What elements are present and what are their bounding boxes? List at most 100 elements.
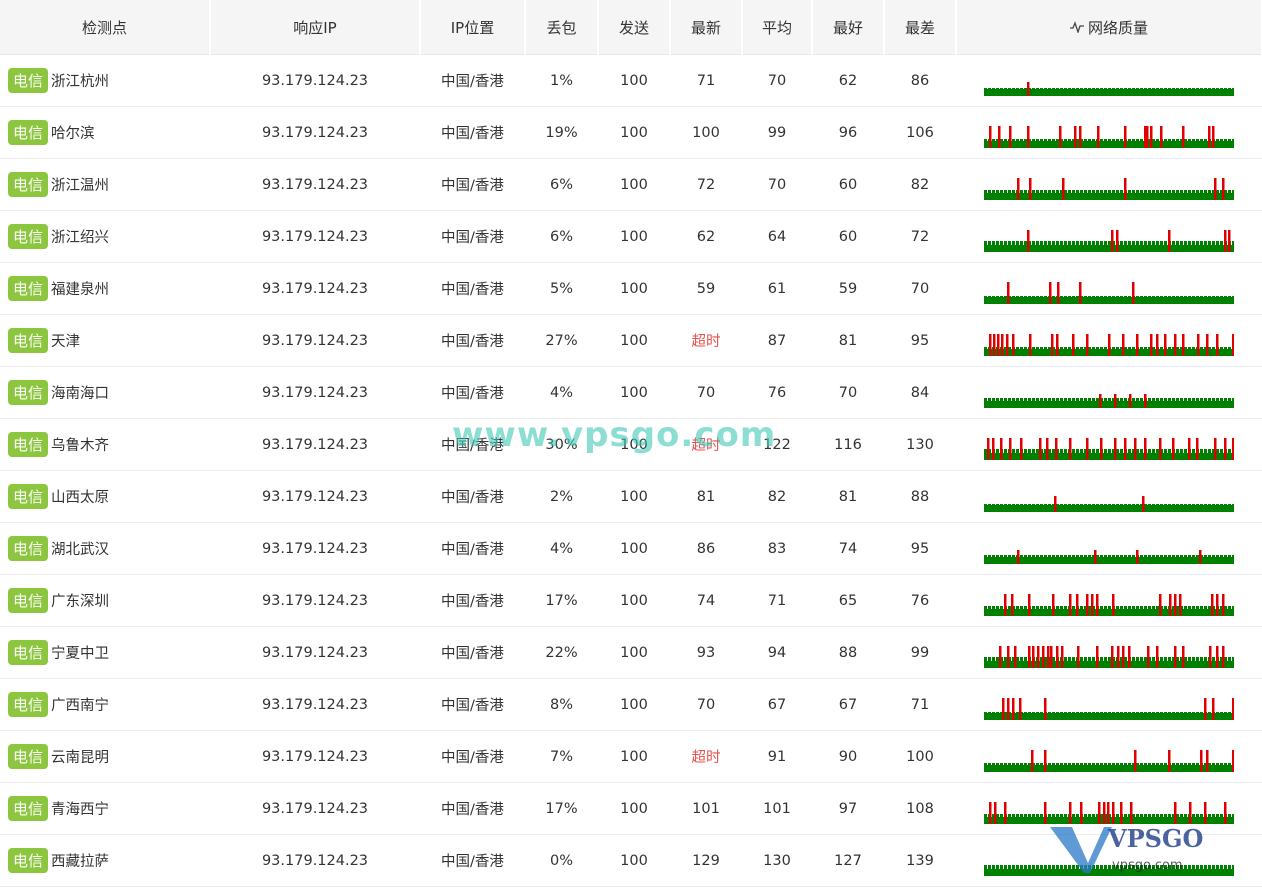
loss-spike <box>1006 333 1009 356</box>
ip-cell: 93.179.124.23 <box>210 730 420 783</box>
header-avg[interactable]: 平均 <box>742 0 813 55</box>
latency-bar <box>1156 189 1159 193</box>
loss-spike <box>1114 393 1117 408</box>
table-row[interactable]: 电信 广西南宁 93.179.124.23 中国/香港 8% 100 70 67 67 71 <box>0 678 1262 731</box>
latency-bar <box>1148 448 1151 453</box>
latency-bar <box>1156 554 1159 557</box>
table-row[interactable]: 电信 湖北武汉 93.179.124.23 中国/香港 4% 100 86 83 74 95 <box>0 522 1262 575</box>
loss-spike <box>1196 437 1199 460</box>
quality-cell <box>956 522 1262 575</box>
latency-bar <box>1184 503 1187 505</box>
city-name: 天津 <box>51 334 81 350</box>
header-node[interactable]: 检测点 <box>0 0 211 55</box>
latency-bar <box>1120 295 1123 297</box>
loss-spike <box>1044 697 1047 720</box>
latency-bar <box>1156 605 1159 609</box>
latency-bar <box>988 605 991 609</box>
best-cell: 60 <box>812 210 884 263</box>
best-cell: 70 <box>812 366 884 419</box>
latency-bar <box>1184 240 1187 245</box>
loss-spike <box>992 437 995 460</box>
table-row[interactable]: 电信 浙江绍兴 93.179.124.23 中国/香港 6% 100 62 64 60 72 <box>0 210 1262 263</box>
latency-bar <box>1212 503 1215 505</box>
latency-bar <box>1156 711 1159 713</box>
loss-spike <box>1112 593 1115 616</box>
pulse-icon <box>1069 19 1084 37</box>
latency-bar <box>1216 864 1219 869</box>
loss-spike <box>1029 177 1032 200</box>
latency-bar <box>1080 605 1083 609</box>
last-cell: 62 <box>670 210 742 263</box>
latency-bar <box>1036 295 1039 297</box>
table-row[interactable]: 电信 浙江杭州 93.179.124.23 中国/香港 1% 100 71 70 62 86 <box>0 54 1262 107</box>
table-row[interactable]: 电信 山西太原 93.179.124.23 中国/香港 2% 100 81 82 81 88 <box>0 470 1262 523</box>
latency-bar <box>1228 813 1231 817</box>
header-loss[interactable]: 丢包 <box>525 0 599 55</box>
latency-bar <box>1060 554 1063 557</box>
sent-cell: 100 <box>598 158 670 211</box>
table-row[interactable]: 电信 乌鲁木齐 93.179.124.23 中国/香港 30% 100 超时 122 116 13… <box>0 418 1262 471</box>
isp-badge: 电信 <box>8 744 49 769</box>
latency-bar <box>1040 554 1043 557</box>
loss-spike <box>1212 125 1215 148</box>
table-row[interactable]: 电信 宁夏中卫 93.179.124.23 中国/香港 22% 100 93 94 88 99 <box>0 626 1262 679</box>
table-row[interactable]: 电信 天津 93.179.124.23 中国/香港 27% 100 超时 87 81 95 <box>0 314 1262 367</box>
header-quality[interactable]: 网络质量 <box>956 0 1262 55</box>
table-row[interactable]: 电信 哈尔滨 93.179.124.23 中国/香港 19% 100 100 99 96 106 <box>0 106 1262 159</box>
latency-bar <box>1204 448 1207 453</box>
ip-cell: 93.179.124.23 <box>210 262 420 315</box>
header-best[interactable]: 最好 <box>812 0 885 55</box>
latency-bar <box>1036 87 1039 89</box>
table-row[interactable]: 电信 广东深圳 93.179.124.23 中国/香港 17% 100 74 71 65 76 <box>0 574 1262 627</box>
latency-bar <box>1124 503 1127 505</box>
latency-bar <box>1168 864 1171 869</box>
ip-cell: 93.179.124.23 <box>210 626 420 679</box>
latency-bar <box>1196 87 1199 89</box>
latency-bar <box>1020 138 1023 141</box>
latency-bar <box>1016 87 1019 89</box>
latency-bar <box>1132 864 1135 869</box>
location-cell: 中国/香港 <box>420 626 525 679</box>
latency-bar <box>1008 813 1011 817</box>
table-row[interactable]: 电信 青海西宁 93.179.124.23 中国/香港 17% 100 101 101 97 10… <box>0 782 1262 835</box>
table-row[interactable]: 电信 西藏拉萨 93.179.124.23 中国/香港 0% 100 129 130 127 13… <box>0 834 1262 887</box>
loss-spike <box>1124 437 1127 460</box>
header-sent[interactable]: 发送 <box>598 0 671 55</box>
latency-bar <box>1200 711 1203 713</box>
header-ip[interactable]: 响应IP <box>210 0 421 55</box>
latency-bar <box>1152 711 1155 713</box>
header-worst[interactable]: 最差 <box>884 0 957 55</box>
latency-bar <box>1084 554 1087 557</box>
latency-bar <box>1204 295 1207 297</box>
best-cell: 116 <box>812 418 884 471</box>
latency-bar <box>1052 711 1055 713</box>
latency-bar <box>1164 762 1167 765</box>
avg-cell: 99 <box>742 106 812 159</box>
latency-bar <box>1088 554 1091 557</box>
latency-bar <box>1136 189 1139 193</box>
latency-bar <box>1180 397 1183 401</box>
latency-bar <box>1200 295 1203 297</box>
latency-bar <box>1140 813 1143 817</box>
latency-bar <box>1136 503 1139 505</box>
latency-bar <box>1108 864 1111 869</box>
latency-bar <box>1232 503 1234 505</box>
loss-spike <box>1012 697 1015 720</box>
latency-bar <box>1224 711 1227 713</box>
table-row[interactable]: 电信 云南昆明 93.179.124.23 中国/香港 7% 100 超时 91 90 100 <box>0 730 1262 783</box>
header-last[interactable]: 最新 <box>670 0 743 55</box>
latency-bar <box>1164 711 1167 713</box>
loss-spike <box>1124 125 1127 148</box>
latency-bar <box>1112 87 1115 89</box>
table-row[interactable]: 电信 浙江温州 93.179.124.23 中国/香港 6% 100 72 70 60 82 <box>0 158 1262 211</box>
latency-bar <box>1064 656 1067 661</box>
table-row[interactable]: 电信 福建泉州 93.179.124.23 中国/香港 5% 100 59 61 59 70 <box>0 262 1262 315</box>
loss-spike <box>1100 437 1103 460</box>
latency-bar <box>1080 87 1083 89</box>
latency-bar <box>1116 189 1119 193</box>
header-location[interactable]: IP位置 <box>420 0 526 55</box>
table-row[interactable]: 电信 海南海口 93.179.124.23 中国/香港 4% 100 70 76 70 84 <box>0 366 1262 419</box>
latency-bar <box>1152 397 1155 401</box>
latency-bar <box>1232 864 1234 869</box>
best-cell: 127 <box>812 834 884 887</box>
